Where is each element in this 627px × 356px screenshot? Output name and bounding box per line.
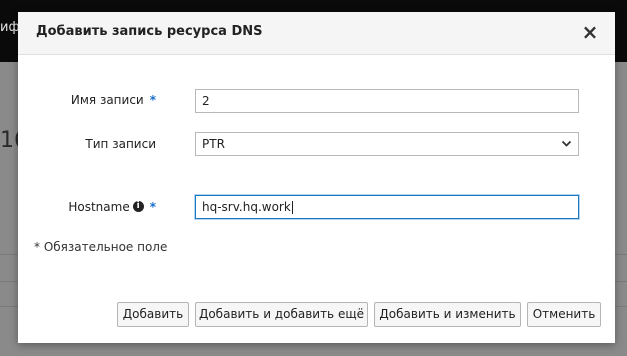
text-cursor: [291, 201, 293, 214]
record-type-value: PTR: [202, 137, 225, 151]
record-type-select[interactable]: PTR: [195, 132, 579, 156]
add-button[interactable]: Добавить: [117, 302, 189, 327]
chevron-down-icon: [561, 133, 572, 164]
add-and-edit-button[interactable]: Добавить и изменить: [374, 302, 521, 327]
record-type-label-text: Тип записи: [85, 137, 156, 151]
add-dns-record-dialog: Добавить запись ресурса DNS × Имя записи…: [18, 12, 615, 343]
dialog-header: Добавить запись ресурса DNS ×: [18, 12, 615, 55]
hostname-label-text: Hostname: [68, 200, 130, 214]
hostname-input[interactable]: hq-srv.hq.work: [195, 195, 579, 219]
close-icon[interactable]: ×: [581, 21, 599, 43]
record-name-value: 2: [202, 94, 210, 108]
required-marker: *: [149, 200, 156, 214]
hostname-value: hq-srv.hq.work: [202, 200, 291, 214]
cancel-button[interactable]: Отменить: [527, 302, 601, 327]
record-name-label-text: Имя записи: [70, 93, 144, 107]
required-field-note: * Обязательное поле: [34, 240, 168, 254]
add-and-add-another-button[interactable]: Добавить и добавить ещё: [195, 302, 368, 327]
info-icon[interactable]: i: [132, 201, 144, 212]
required-marker: *: [149, 93, 156, 107]
record-name-label: Имя записи *: [34, 93, 156, 107]
hostname-label: Hostname i *: [34, 200, 156, 214]
record-name-input[interactable]: 2: [195, 89, 579, 113]
dialog-title: Добавить запись ресурса DNS: [36, 24, 263, 39]
record-type-label: Тип записи: [34, 137, 156, 151]
background-nav-text: иф: [0, 20, 20, 35]
